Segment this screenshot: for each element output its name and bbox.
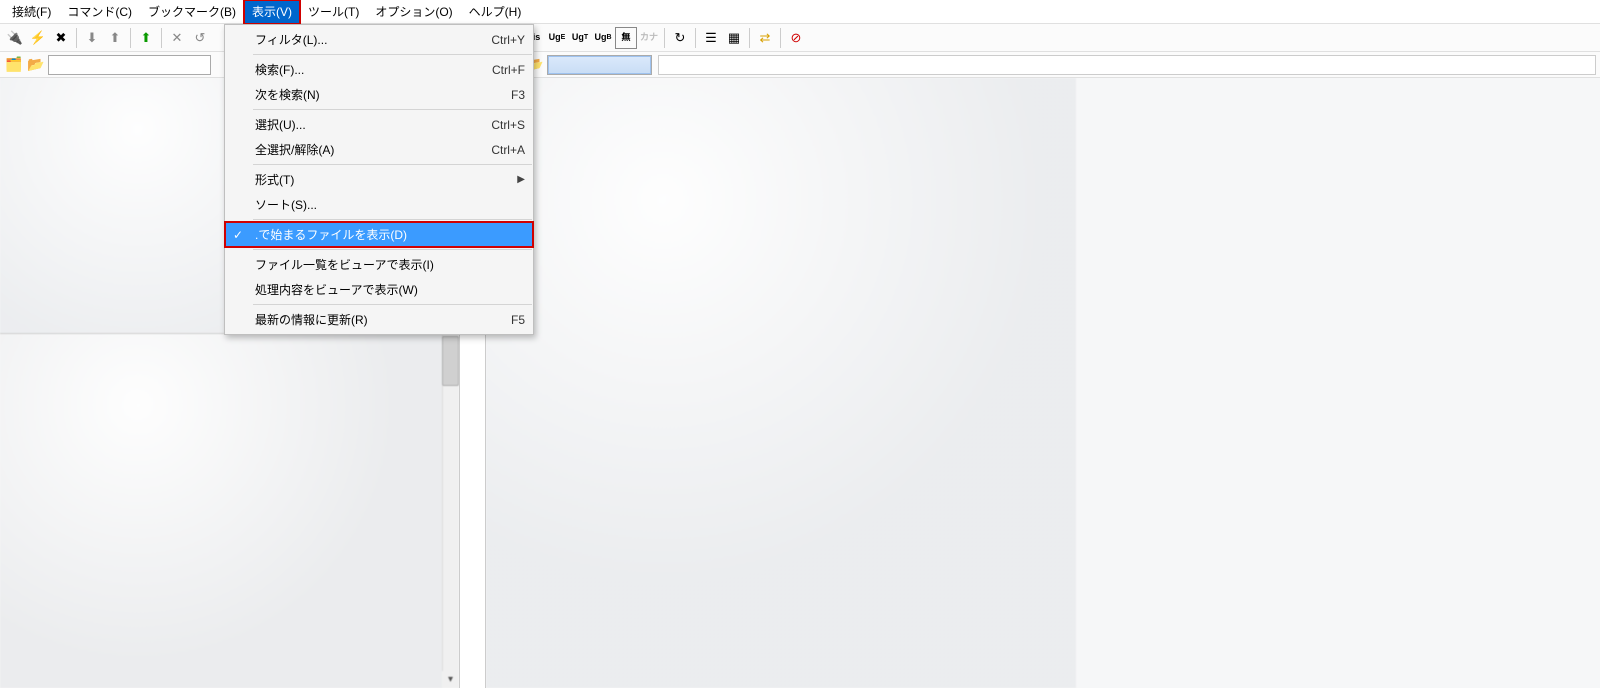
toolbar-separator (695, 28, 696, 48)
menu-item-label: フィルタ(L)... (255, 31, 327, 48)
local-open-folder-icon[interactable]: 📂 (26, 55, 46, 75)
menu-select[interactable]: 選択(U)... Ctrl+S (225, 112, 533, 137)
download-icon[interactable]: ⬇ (81, 27, 103, 49)
toolbar-separator (664, 28, 665, 48)
remote-path-input[interactable] (547, 55, 652, 75)
menu-item-shortcut: F5 (511, 313, 525, 327)
local-scrollbar-track[interactable] (442, 334, 459, 688)
menu-command[interactable]: コマンド(C) (59, 0, 140, 24)
menu-item-label: ファイル一覧をビューアで表示(I) (255, 256, 434, 273)
rename-icon[interactable]: ↺ (189, 27, 211, 49)
menu-item-label: 検索(F)... (255, 61, 304, 78)
menu-item-label: 全選択/解除(A) (255, 141, 334, 158)
menu-connect[interactable]: 接続(F) (4, 0, 59, 24)
remote-file-list[interactable] (486, 78, 1076, 688)
remote-pane (485, 78, 1600, 688)
upload-icon[interactable]: ⬆ (104, 27, 126, 49)
encoding-utf8bom-button[interactable]: UgB (592, 27, 614, 49)
menu-item-shortcut: Ctrl+S (491, 118, 525, 132)
menu-tool[interactable]: ツール(T) (300, 0, 367, 24)
menu-search[interactable]: 検索(F)... Ctrl+F (225, 57, 533, 82)
menu-item-label: 最新の情報に更新(R) (255, 311, 368, 328)
menu-item-shortcut: Ctrl+A (491, 143, 525, 157)
menu-separator (253, 164, 532, 165)
refresh-icon[interactable]: ↻ (669, 27, 691, 49)
menu-sort[interactable]: ソート(S)... (225, 192, 533, 217)
menu-item-shortcut: Ctrl+Y (491, 33, 525, 47)
toolbar-separator (76, 28, 77, 48)
menu-filter[interactable]: フィルタ(L)... Ctrl+Y (225, 27, 533, 52)
local-file-list[interactable]: ▾ (0, 333, 459, 688)
menu-show-dotfiles[interactable]: ✓ .で始まるファイルを表示(D) (225, 222, 533, 247)
encoding-utf-button[interactable]: UgT (569, 27, 591, 49)
local-scrollbar-down[interactable]: ▾ (442, 671, 459, 688)
menu-select-all[interactable]: 全選択/解除(A) Ctrl+A (225, 137, 533, 162)
menu-format[interactable]: 形式(T) ▶ (225, 167, 533, 192)
menu-refresh[interactable]: 最新の情報に更新(R) F5 (225, 307, 533, 332)
menu-separator (253, 249, 532, 250)
local-up-folder-icon[interactable]: 🗂️ (4, 55, 24, 75)
menu-option[interactable]: オプション(O) (367, 0, 460, 24)
local-scrollbar-thumb[interactable] (442, 336, 459, 386)
menu-item-label: ソート(S)... (255, 196, 317, 213)
menu-view[interactable]: 表示(V) (244, 0, 300, 24)
delete-icon[interactable]: ✕ (166, 27, 188, 49)
quick-connect-icon[interactable]: ⚡ (27, 27, 49, 49)
menu-find-next[interactable]: 次を検索(N) F3 (225, 82, 533, 107)
disconnect-icon[interactable]: ✖ (50, 27, 72, 49)
detail-view-icon[interactable]: ▦ (723, 27, 745, 49)
kana-button[interactable]: カナ (638, 27, 660, 49)
remote-path-display (658, 55, 1596, 75)
connect-icon[interactable]: 🔌 (4, 27, 26, 49)
menu-item-label: 選択(U)... (255, 116, 306, 133)
menu-separator (253, 219, 532, 220)
list-view-icon[interactable]: ☰ (700, 27, 722, 49)
menu-help[interactable]: ヘルプ(H) (461, 0, 530, 24)
menu-bookmark[interactable]: ブックマーク(B) (140, 0, 244, 24)
submenu-arrow-icon: ▶ (517, 174, 525, 185)
menu-item-label: 次を検索(N) (255, 86, 320, 103)
encoding-none-button[interactable]: 無 (615, 27, 637, 49)
menu-separator (253, 54, 532, 55)
toolbar-separator (130, 28, 131, 48)
toolbar-separator (749, 28, 750, 48)
toolbar-separator (161, 28, 162, 48)
sync-icon[interactable]: ⇄ (754, 27, 776, 49)
menu-item-shortcut: F3 (511, 88, 525, 102)
mirror-download-icon[interactable]: ⬆ (135, 27, 157, 49)
menu-log-viewer[interactable]: 処理内容をビューアで表示(W) (225, 277, 533, 302)
menu-list-viewer[interactable]: ファイル一覧をビューアで表示(I) (225, 252, 533, 277)
stop-icon[interactable]: ⊘ (785, 27, 807, 49)
menu-separator (253, 304, 532, 305)
view-menu-dropdown: フィルタ(L)... Ctrl+Y 検索(F)... Ctrl+F 次を検索(N… (224, 24, 534, 335)
encoding-euc-button[interactable]: UgE (546, 27, 568, 49)
menu-item-label: 処理内容をビューアで表示(W) (255, 281, 418, 298)
menu-separator (253, 109, 532, 110)
local-path-input[interactable] (48, 55, 211, 75)
menu-bar: 接続(F) コマンド(C) ブックマーク(B) 表示(V) ツール(T) オプシ… (0, 0, 1600, 24)
check-icon: ✓ (233, 228, 243, 242)
menu-item-label: 形式(T) (255, 171, 294, 188)
menu-item-label: .で始まるファイルを表示(D) (255, 226, 407, 243)
menu-item-shortcut: Ctrl+F (492, 63, 525, 77)
toolbar-separator (780, 28, 781, 48)
